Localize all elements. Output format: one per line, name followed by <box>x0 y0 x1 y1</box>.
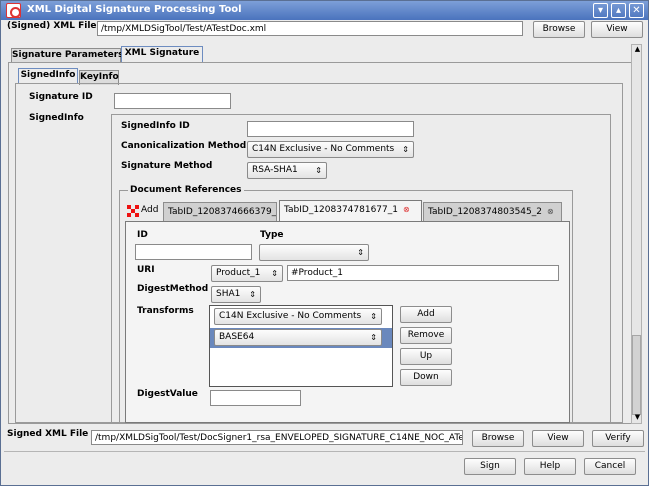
tab-signedinfo[interactable]: SignedInfo <box>18 68 78 84</box>
tab-reference-3[interactable]: TabID_1208374803545_2 ⊗ <box>423 202 562 222</box>
maximize-icon[interactable]: ▴ <box>611 3 626 18</box>
cancel-button[interactable]: Cancel <box>584 458 636 475</box>
minimize-icon[interactable]: ▾ <box>593 3 608 18</box>
transform-value: BASE64 <box>219 332 255 342</box>
transform-item[interactable]: C14N Exclusive - No Comments ⇕ <box>210 306 392 328</box>
scroll-up-icon[interactable]: ▲ <box>633 45 642 55</box>
output-browse-button[interactable]: Browse <box>472 430 524 447</box>
transform-add-button[interactable]: Add <box>400 306 452 323</box>
chevron-updown-icon: ⇕ <box>370 312 377 321</box>
chevron-updown-icon: ⇕ <box>271 269 278 278</box>
chevron-updown-icon: ⇕ <box>370 333 377 342</box>
tab-xml-signature[interactable]: XML Signature <box>121 46 203 63</box>
ref-id-input[interactable] <box>135 244 252 260</box>
signedinfo-label: SignedInfo <box>29 113 84 123</box>
title-bar[interactable]: XML Digital Signature Processing Tool ▾ … <box>1 1 648 20</box>
separator <box>4 451 645 452</box>
digest-value-label: DigestValue <box>137 389 198 399</box>
digest-method-select[interactable]: SHA1 ⇕ <box>211 286 261 303</box>
document-references-title: Document References <box>128 185 244 195</box>
app-icon <box>6 3 21 18</box>
add-reference-button[interactable]: Add <box>127 203 161 217</box>
view-button[interactable]: View <box>591 21 643 38</box>
signature-method-label: Signature Method <box>121 161 213 171</box>
transform-item-selected[interactable]: BASE64 ⇕ <box>210 328 392 348</box>
ref-id-label: ID <box>137 230 148 240</box>
signed-xml-file-label: (Signed) XML File <box>7 21 97 31</box>
transform-select[interactable]: BASE64 ⇕ <box>214 329 382 346</box>
digest-method-label: DigestMethod <box>137 284 209 294</box>
uri-input[interactable]: #Product_1 <box>287 265 559 281</box>
signature-id-label: Signature ID <box>29 92 93 102</box>
chevron-updown-icon: ⇕ <box>402 145 409 154</box>
verify-button[interactable]: Verify <box>592 430 644 447</box>
browse-button[interactable]: Browse <box>533 21 585 38</box>
vertical-scrollbar[interactable]: ▲ ▼ <box>631 44 642 424</box>
signature-method-select[interactable]: RSA-SHA1 ⇕ <box>247 162 327 179</box>
input-file-path[interactable]: /tmp/XMLDSigTool/Test/ATestDoc.xml <box>97 21 523 36</box>
uri-select-value: Product_1 <box>216 268 261 278</box>
close-tab-icon[interactable]: ⊗ <box>403 201 410 219</box>
tab-signature-parameters[interactable]: Signature Parameters <box>11 48 124 63</box>
transform-down-button[interactable]: Down <box>400 369 452 386</box>
transforms-list[interactable]: C14N Exclusive - No Comments ⇕ BASE64 ⇕ <box>209 305 393 387</box>
digest-method-value: SHA1 <box>216 289 241 299</box>
uri-select[interactable]: Product_1 ⇕ <box>211 265 283 282</box>
ref-type-select[interactable]: ⇕ <box>259 244 369 261</box>
transform-remove-button[interactable]: Remove <box>400 327 452 344</box>
sign-button[interactable]: Sign <box>464 458 516 475</box>
transform-select[interactable]: C14N Exclusive - No Comments ⇕ <box>214 308 382 325</box>
tab-reference-2-label: TabID_1208374781677_1 <box>284 205 398 215</box>
transform-up-button[interactable]: Up <box>400 348 452 365</box>
app-window: XML Digital Signature Processing Tool ▾ … <box>0 0 649 486</box>
tab-reference-2[interactable]: TabID_1208374781677_1 ⊗ <box>279 200 422 222</box>
window-title: XML Digital Signature Processing Tool <box>27 4 242 15</box>
chevron-updown-icon: ⇕ <box>315 166 322 175</box>
chevron-updown-icon: ⇕ <box>249 290 256 299</box>
signature-method-value: RSA-SHA1 <box>252 165 298 175</box>
canonicalization-label: Canonicalization Method <box>121 141 247 151</box>
add-icon <box>127 205 139 217</box>
close-icon[interactable]: ✕ <box>629 3 644 18</box>
scroll-down-icon[interactable]: ▼ <box>633 413 642 423</box>
help-button[interactable]: Help <box>524 458 576 475</box>
close-tab-icon[interactable]: ⊗ <box>547 203 554 221</box>
signedinfo-id-input[interactable] <box>247 121 414 137</box>
signature-id-input[interactable] <box>114 93 231 109</box>
signedinfo-id-label: SignedInfo ID <box>121 121 190 131</box>
digest-value-input[interactable] <box>210 390 301 406</box>
scroll-thumb[interactable] <box>632 335 641 415</box>
chevron-updown-icon: ⇕ <box>357 248 364 257</box>
output-file-path[interactable]: /tmp/XMLDSigTool/Test/DocSigner1_rsa_ENV… <box>91 430 463 445</box>
transform-value: C14N Exclusive - No Comments <box>219 311 362 321</box>
canonicalization-value: C14N Exclusive - No Comments <box>252 144 395 154</box>
tab-reference-3-label: TabID_1208374803545_2 <box>428 207 542 217</box>
uri-label: URI <box>137 265 155 275</box>
ref-type-label: Type <box>260 230 284 240</box>
tab-reference-1[interactable]: TabID_1208374666379_1 <box>163 202 277 222</box>
signed-output-file-label: Signed XML File <box>7 429 89 439</box>
output-view-button[interactable]: View <box>532 430 584 447</box>
canonicalization-select[interactable]: C14N Exclusive - No Comments ⇕ <box>247 141 414 158</box>
add-reference-label: Add <box>141 205 159 215</box>
transforms-label: Transforms <box>137 306 194 316</box>
tab-reference-1-label: TabID_1208374666379_1 <box>168 207 277 217</box>
